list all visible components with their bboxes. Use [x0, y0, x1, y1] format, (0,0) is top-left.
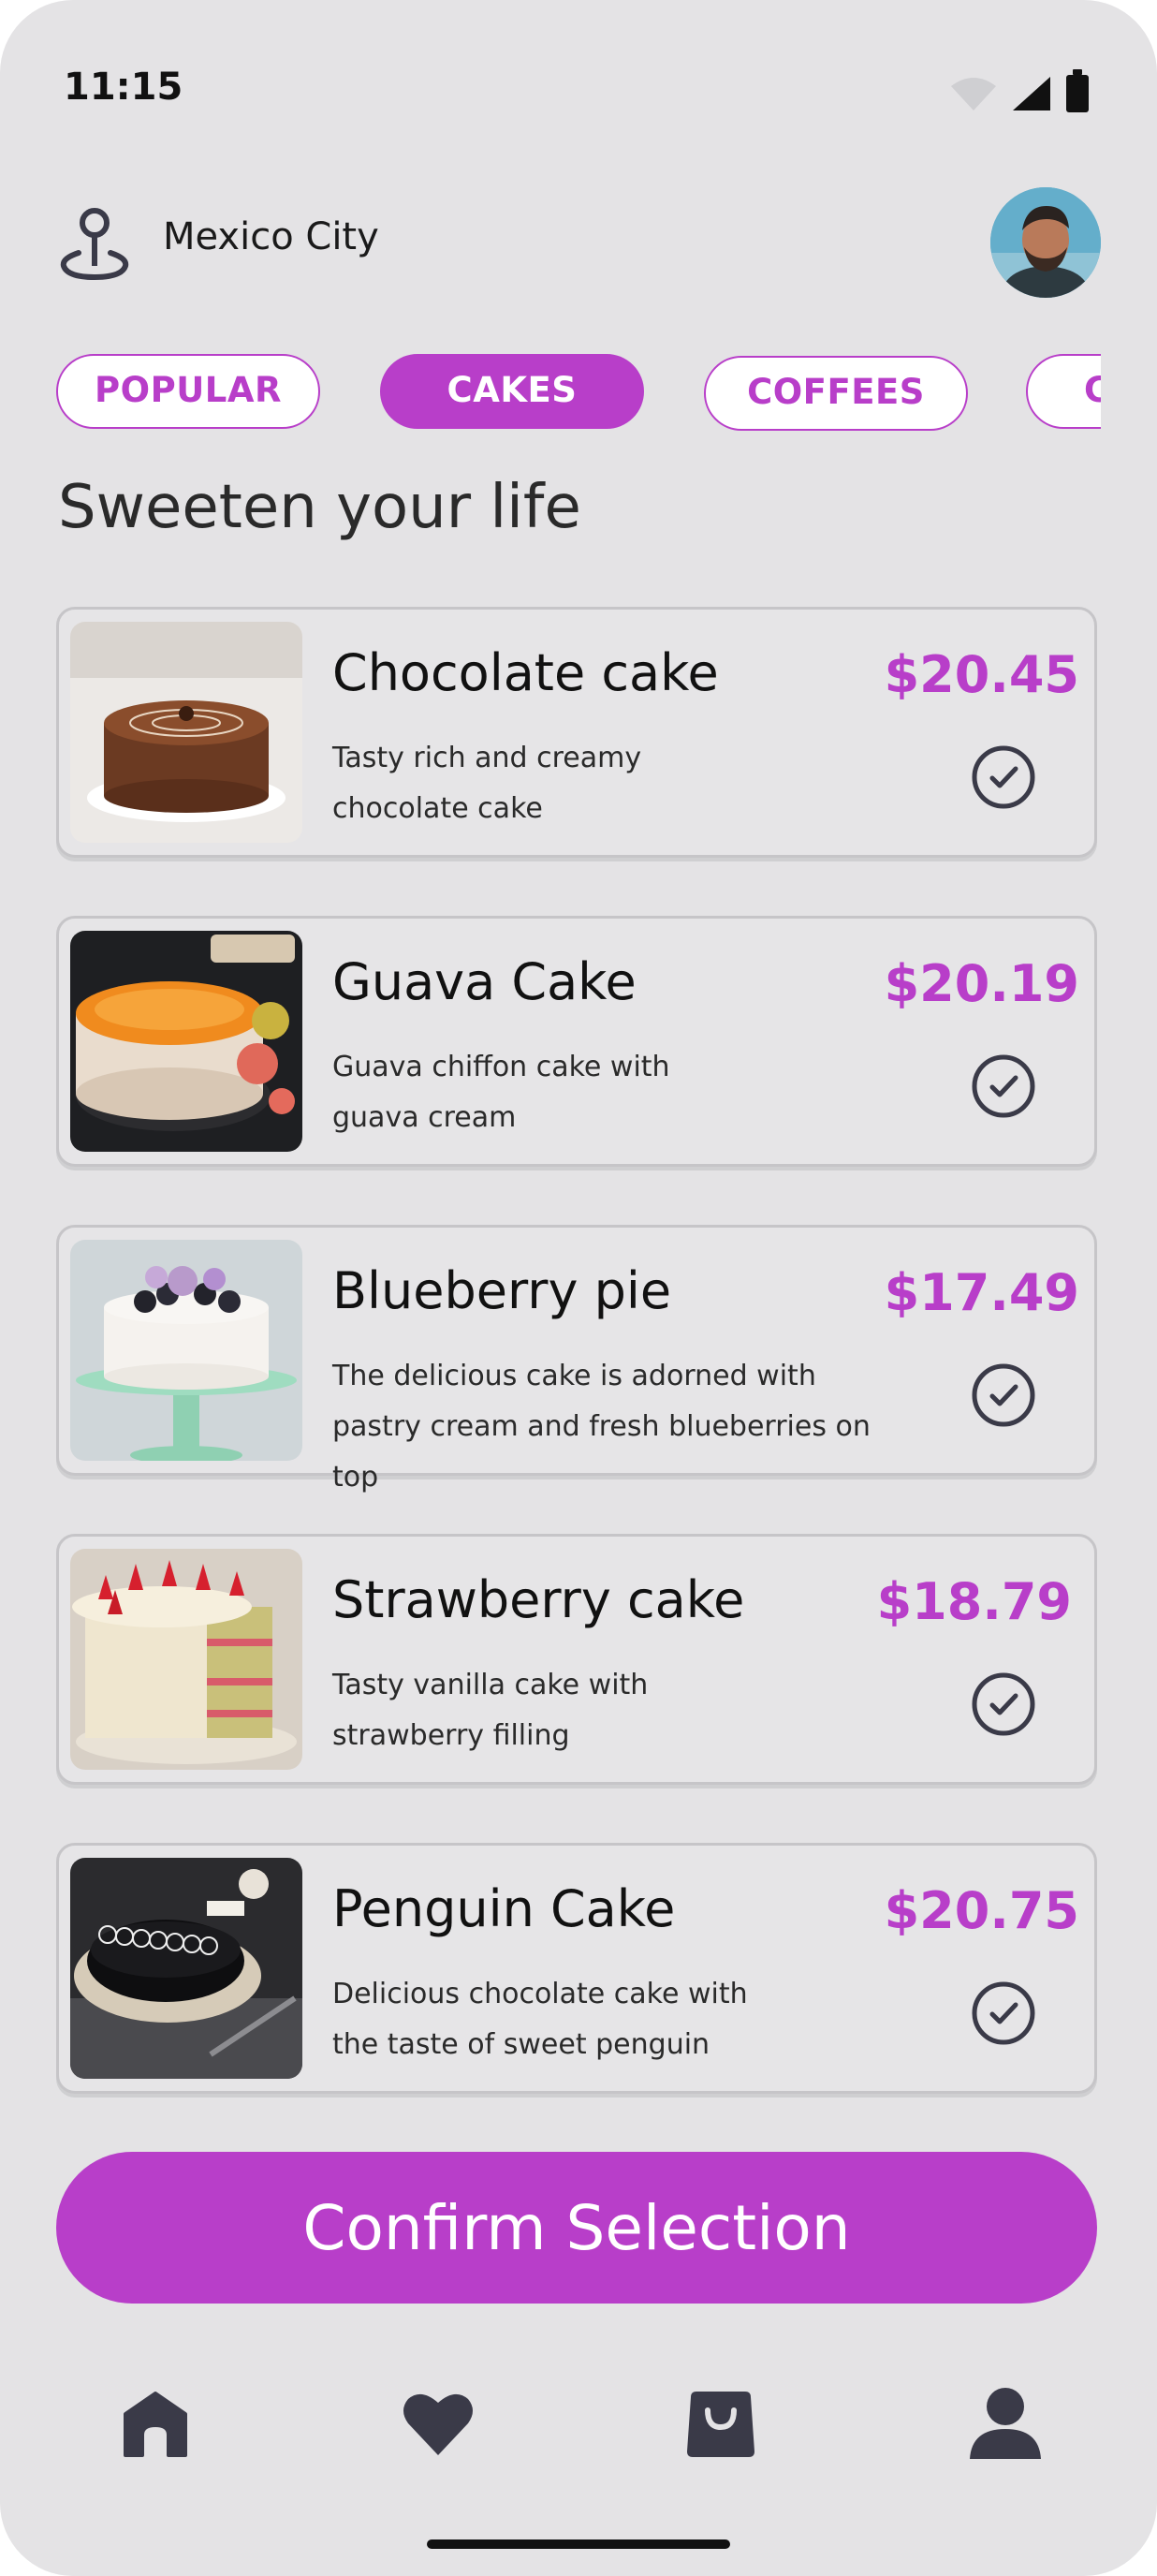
product-price: $20.45 [884, 645, 1079, 704]
product-name: Strawberry cake [332, 1570, 745, 1629]
tab-coffees[interactable]: COFFEES [704, 356, 968, 431]
avatar[interactable] [990, 187, 1101, 298]
check-circle-icon[interactable] [971, 1980, 1036, 2046]
product-name: Chocolate cake [332, 643, 719, 702]
bag-icon[interactable] [683, 2386, 758, 2461]
wifi-icon [951, 78, 996, 110]
product-card[interactable]: Chocolate cake Tasty rich and creamy cho… [56, 607, 1097, 858]
home-icon[interactable] [118, 2386, 193, 2461]
product-description: Tasty vanilla cake with strawberry filli… [332, 1669, 649, 1752]
product-name: Blueberry pie [332, 1261, 672, 1320]
location-pin-icon[interactable] [58, 204, 131, 281]
product-image-penguin-cake [70, 1858, 302, 2079]
section-title: Sweeten your life [58, 473, 581, 542]
check-circle-icon[interactable] [971, 1053, 1036, 1119]
product-image-strawberry-cake [70, 1549, 302, 1770]
product-description: Guava chiffon cake with guava cream [332, 1051, 670, 1134]
product-card[interactable]: Penguin Cake Delicious chocolate cake wi… [56, 1843, 1097, 2094]
tab-popular[interactable]: POPULAR [56, 354, 320, 429]
home-indicator[interactable] [427, 2539, 730, 2549]
product-card[interactable]: Strawberry cake Tasty vanilla cake with … [56, 1534, 1097, 1785]
product-price: $18.79 [876, 1572, 1072, 1631]
status-icons [949, 69, 1090, 112]
check-circle-icon[interactable] [971, 1362, 1036, 1428]
location-label[interactable]: Mexico City [163, 215, 379, 258]
tab-partial[interactable]: C [1026, 354, 1101, 429]
confirm-selection-button[interactable]: Confirm Selection [56, 2152, 1097, 2304]
product-image-chocolate-cake [70, 622, 302, 843]
signal-icon [1013, 77, 1050, 110]
check-circle-icon[interactable] [971, 744, 1036, 810]
product-description: The delicious cake is adorned with pastr… [332, 1360, 871, 1494]
profile-icon[interactable] [968, 2386, 1043, 2461]
product-card[interactable]: Blueberry pie The delicious cake is ador… [56, 1225, 1097, 1494]
product-description: Delicious chocolate cake with the taste … [332, 1978, 748, 2061]
product-name: Guava Cake [332, 952, 637, 1011]
category-tabs: POPULAR CAKES COFFEES C [56, 354, 1101, 434]
product-card[interactable]: Guava Cake Guava chiffon cake with guava… [56, 916, 1097, 1167]
phone-screen: 11:15 Mexico City POPULAR CAKES COFFEES … [0, 0, 1157, 2576]
product-price: $20.19 [884, 954, 1079, 1013]
battery-icon [1066, 69, 1089, 112]
product-image-blueberry-pie [70, 1240, 302, 1461]
product-price: $17.49 [884, 1263, 1079, 1322]
product-image-guava-cake [70, 931, 302, 1152]
check-circle-icon[interactable] [971, 1671, 1036, 1737]
status-time: 11:15 [64, 66, 183, 109]
tab-cakes[interactable]: CAKES [380, 354, 644, 429]
heart-icon[interactable] [401, 2386, 476, 2461]
product-name: Penguin Cake [332, 1879, 676, 1938]
product-description: Tasty rich and creamy chocolate cake [332, 742, 642, 825]
product-price: $20.75 [884, 1881, 1079, 1940]
